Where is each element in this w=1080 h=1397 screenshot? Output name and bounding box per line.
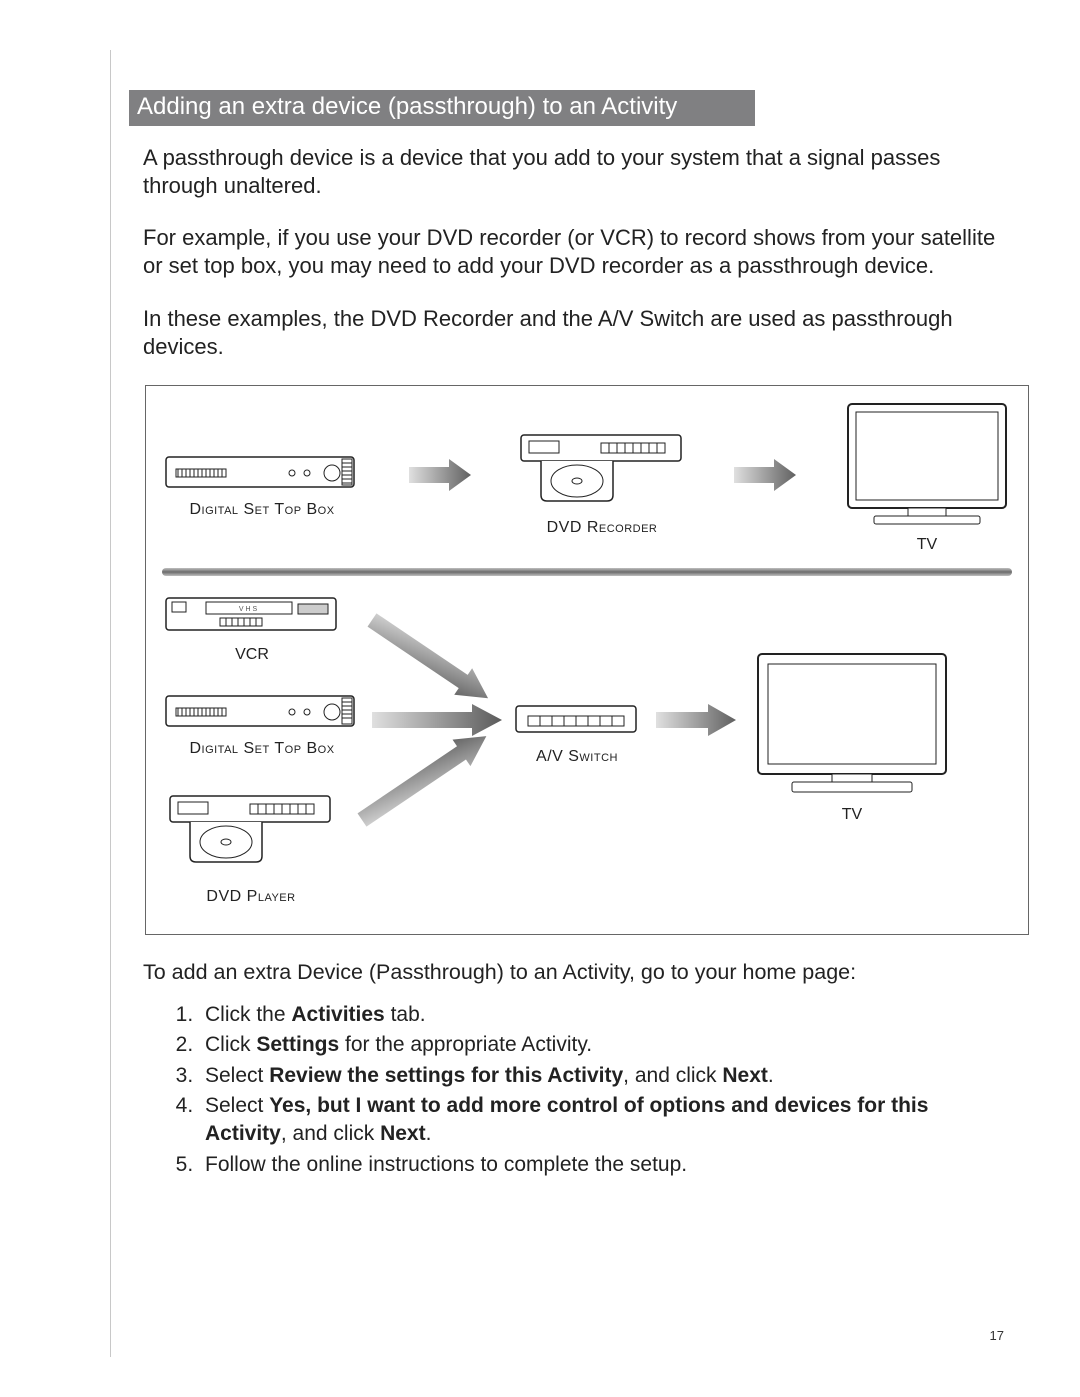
av-switch-label: A/V Switch [536,748,618,766]
step-1: Click the Activities tab. [199,1001,985,1029]
passthrough-diagram: Digital Set Top Box DVD Recorder [145,385,1029,935]
tv-icon [752,650,952,800]
section-heading: Adding an extra device (passthrough) to … [129,90,755,126]
tv-device: TV [842,400,1012,554]
dvd-player-device: DVD Player [166,790,336,906]
arrow-icon [730,447,800,507]
av-switch-icon [512,698,642,742]
vcr-icon: V H S [162,590,342,640]
svg-text:V H S: V H S [239,606,258,613]
tv-2-label: TV [842,806,862,824]
tv-2-device: TV [752,650,952,824]
set-top-box-2-label: Digital Set Top Box [189,740,334,758]
set-top-box-2-device: Digital Set Top Box [162,686,362,758]
dvd-player-icon [166,790,336,882]
tv-label: TV [917,536,937,554]
dvd-player-label: DVD Player [206,888,295,906]
step-3: Select Review the settings for this Acti… [199,1062,985,1090]
arrow-icon [652,698,742,742]
page-content: Adding an extra device (passthrough) to … [110,50,1040,1357]
step-4: Select Yes, but I want to add more contr… [199,1092,985,1149]
dvd-recorder-device: DVD Recorder [517,417,687,537]
dvd-recorder-icon [517,417,687,513]
paragraph-1: A passthrough device is a device that yo… [143,144,1013,200]
diagram-bottom-area: V H S VCR Digital Set Top Box [162,590,1012,920]
page-number: 17 [990,1328,1004,1343]
diagram-divider [162,568,1012,576]
step-5: Follow the online instructions to comple… [199,1151,985,1179]
tv-icon [842,400,1012,530]
paragraph-2: For example, if you use your DVD recorde… [143,224,1013,280]
vcr-device: V H S VCR [162,590,342,664]
step-2: Click Settings for the appropriate Activ… [199,1031,985,1059]
set-top-box-label: Digital Set Top Box [189,501,334,519]
av-switch-device: A/V Switch [512,698,642,766]
set-top-box-icon [162,686,362,734]
steps-list: Click the Activities tab. Click Settings… [129,1001,1040,1179]
diagram-top-row: Digital Set Top Box DVD Recorder [162,396,1012,558]
set-top-box-icon [162,435,362,495]
dvd-recorder-label: DVD Recorder [547,519,658,537]
set-top-box-device: Digital Set Top Box [162,435,362,519]
vcr-label: VCR [235,646,269,664]
paragraph-3: In these examples, the DVD Recorder and … [143,305,1013,361]
instructions-lead: To add an extra Device (Passthrough) to … [143,959,1013,987]
arrow-icon [405,447,475,507]
